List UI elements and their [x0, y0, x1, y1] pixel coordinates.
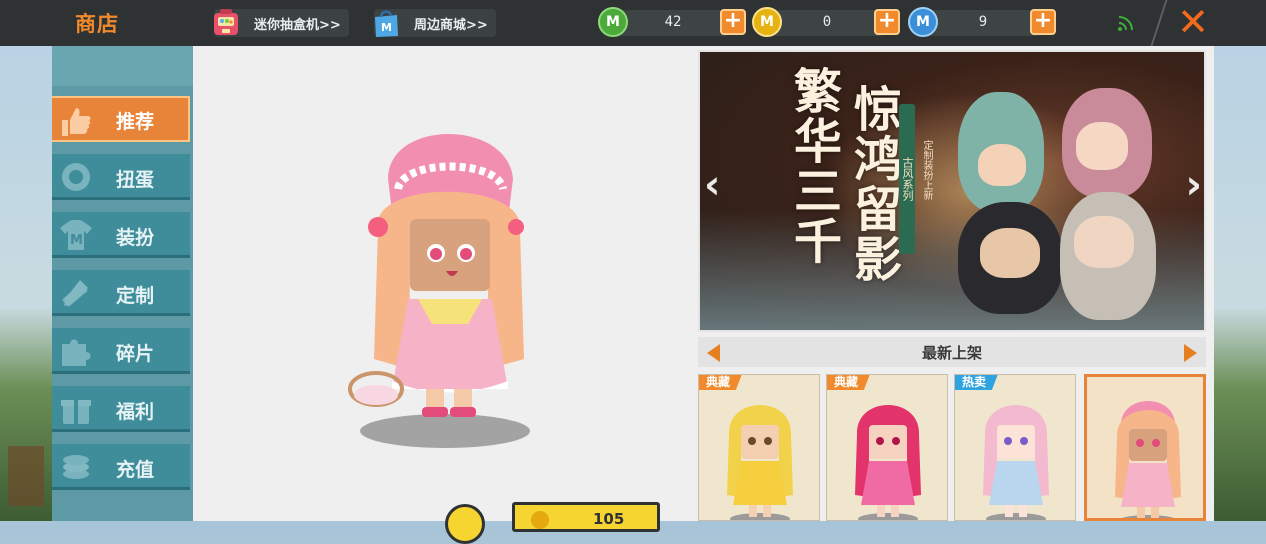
- tab-outfit[interactable]: M 装扮: [52, 212, 190, 258]
- arrival-card[interactable]: 热卖: [954, 374, 1076, 521]
- capsule-icon: [62, 163, 90, 191]
- buy-price: 105: [593, 510, 625, 528]
- arrival-character-image: [1115, 401, 1181, 518]
- arrival-card-selected[interactable]: [1084, 374, 1206, 521]
- banner-figure-face-3: [980, 228, 1040, 278]
- banner-figure-face: [978, 144, 1026, 186]
- outfit-icon: M: [60, 220, 92, 250]
- add-green-currency-button[interactable]: +: [720, 9, 746, 35]
- sidebar: 推荐 扭蛋 M 装扮 定制 碎片 福利 充值: [52, 46, 193, 521]
- new-arrivals-header: 最新上架: [698, 337, 1206, 367]
- coin-icon: [531, 511, 549, 529]
- close-button[interactable]: ✕: [1176, 3, 1210, 41]
- background-scenery-left: [0, 46, 52, 521]
- tab-capsule[interactable]: 扭蛋: [52, 154, 190, 200]
- shopping-bag-icon: M: [375, 10, 398, 37]
- pencil-ruler-icon: [62, 280, 88, 307]
- preview-action-button[interactable]: [445, 504, 485, 544]
- tab-recharge-label: 充值: [116, 459, 155, 481]
- gacha-machine-icon: [214, 9, 238, 35]
- merch-mall-link-label: 周边商城>>: [414, 17, 488, 33]
- tab-recharge[interactable]: 充值: [52, 444, 190, 490]
- add-gold-currency-button[interactable]: +: [874, 9, 900, 35]
- currency-green: M 42 +: [598, 7, 746, 37]
- gift-icon: [61, 400, 91, 424]
- new-arrivals-next-icon[interactable]: [1184, 344, 1197, 362]
- arrival-character-image: [855, 405, 921, 520]
- coins-icon: [63, 455, 89, 479]
- arrival-tag: 热卖: [955, 375, 999, 390]
- character-avatar[interactable]: [348, 119, 548, 429]
- arrival-tag: 典藏: [827, 375, 871, 390]
- tab-fragments-label: 碎片: [116, 343, 155, 365]
- banner-subtitle: 定制装扮上新: [921, 140, 932, 200]
- currency-green-value: 42: [664, 14, 682, 30]
- divider: [1150, 0, 1168, 46]
- arrival-character-image: [727, 405, 793, 520]
- promo-banner[interactable]: 繁华三千 惊鸿留影 古风系列 定制装扮上新 ‹ ›: [698, 50, 1206, 332]
- tab-capsule-label: 扭蛋: [116, 169, 155, 191]
- gacha-machine-link-label: 迷你抽盒机>>: [254, 17, 341, 33]
- merch-mall-link[interactable]: M 周边商城>>: [374, 9, 496, 37]
- banner-figure-face-4: [1074, 216, 1134, 268]
- tab-outfit-label: 装扮: [116, 227, 155, 249]
- new-arrivals-title: 最新上架: [921, 344, 982, 362]
- puzzle-icon: [62, 339, 91, 366]
- banner-prev-arrow-icon[interactable]: ‹: [704, 162, 720, 208]
- thumbs-up-icon: [62, 108, 91, 136]
- tab-fragments[interactable]: 碎片: [52, 328, 190, 374]
- arrival-character-image: [983, 405, 1049, 520]
- arrival-card[interactable]: 典藏: [826, 374, 948, 521]
- background-scenery-right: [1214, 46, 1266, 521]
- buy-button[interactable]: 105: [512, 502, 660, 532]
- currency-blue-value: 9: [978, 14, 988, 30]
- banner-next-arrow-icon[interactable]: ›: [1186, 162, 1202, 208]
- signal-icon: [1118, 16, 1133, 31]
- character-preview: 105: [193, 46, 698, 544]
- tab-welfare-label: 福利: [116, 401, 155, 423]
- arrival-card[interactable]: 典藏: [698, 374, 820, 521]
- tab-custom-label: 定制: [116, 285, 155, 307]
- tab-recommend[interactable]: 推荐: [52, 96, 190, 142]
- add-blue-currency-button[interactable]: +: [1030, 9, 1056, 35]
- gacha-machine-link[interactable]: 迷你抽盒机>>: [214, 9, 349, 37]
- sidebar-header: [52, 46, 193, 86]
- banner-figure-face-2: [1076, 122, 1128, 170]
- svg-text:M: M: [70, 233, 83, 248]
- svg-text:M: M: [381, 21, 392, 34]
- arrival-tag: 典藏: [699, 375, 743, 390]
- tab-recommend-label: 推荐: [116, 111, 155, 133]
- currency-blue: M 9 +: [908, 7, 1056, 37]
- page-title: 商店: [75, 12, 119, 36]
- currency-gold-value: 0: [822, 14, 832, 30]
- banner-title-line1: 繁华三千: [785, 66, 841, 266]
- shop-panel: 推荐 扭蛋 M 装扮 定制 碎片 福利 充值 105 繁华三千 惊鸿留影 古风系…: [52, 46, 1214, 544]
- currency-gold: M 0 +: [752, 7, 900, 37]
- banner-title-line2: 惊鸿留影: [845, 84, 901, 284]
- banner-series-tag: 古风系列: [899, 104, 915, 254]
- tab-welfare[interactable]: 福利: [52, 386, 190, 432]
- top-bar: 商店 迷你抽盒机>> M 周边商城>> M 42 + M 0 + M 9 + ✕: [0, 0, 1266, 46]
- tab-custom[interactable]: 定制: [52, 270, 190, 316]
